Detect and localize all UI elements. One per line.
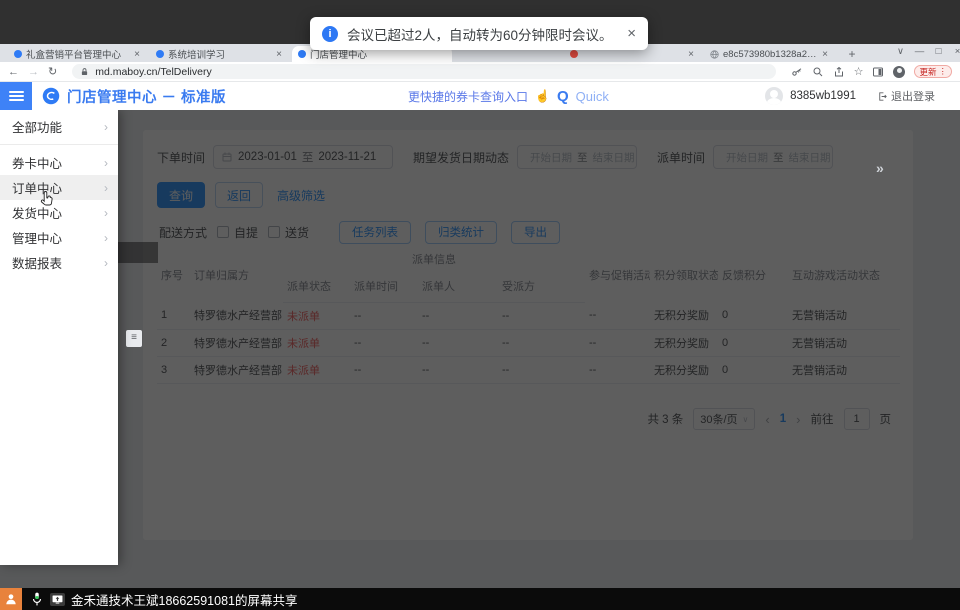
screen: 礼盒营销平台管理中心 × 系统培训学习 × 门店管理中心 × xyxy=(0,0,960,610)
password-key-icon[interactable] xyxy=(791,66,803,78)
search-q-icon[interactable]: Q xyxy=(557,88,569,105)
tab-title: 系统培训学习 xyxy=(168,47,272,61)
side-panel-icon[interactable] xyxy=(872,66,884,78)
new-tab-button[interactable]: + xyxy=(845,47,859,61)
pointing-hand-icon: ☝ xyxy=(535,89,550,103)
sidebar-drawer: 全部功能 › 券卡中心 › 订单中心 › 发货中心 › xyxy=(0,110,118,565)
browser-toolbar: ← → ↻ md.maboy.cn/TelDelivery xyxy=(0,62,960,82)
tab-close-icon[interactable]: × xyxy=(688,49,694,60)
logout-label: 退出登录 xyxy=(891,88,935,104)
browser-tab[interactable]: e8c573980b1328a258fd2e618 × xyxy=(704,46,834,62)
sidebar-item-order-center[interactable]: 订单中心 › xyxy=(0,175,118,200)
user-cluster: 8385wb1991 退出登录 xyxy=(765,82,935,110)
brand: 门店管理中心 － 标准版 xyxy=(42,82,226,110)
site-favicon xyxy=(156,50,164,58)
toast-close-icon[interactable]: × xyxy=(627,25,636,42)
page-title: 门店管理中心 － 标准版 xyxy=(67,86,226,107)
tab-close-icon[interactable]: × xyxy=(822,49,828,60)
username-text: 8385wb1991 xyxy=(790,90,856,102)
user-avatar xyxy=(765,87,783,105)
address-bar[interactable]: md.maboy.cn/TelDelivery xyxy=(72,64,775,79)
hamburger-menu-button[interactable] xyxy=(0,82,32,110)
chevron-right-icon: › xyxy=(104,120,108,134)
sidebar-item-label: 发货中心 xyxy=(12,203,62,222)
zoom-icon[interactable] xyxy=(812,66,824,78)
chrome-update-button[interactable]: 更新 ⋮ xyxy=(914,65,952,78)
window-minimize-button[interactable]: — xyxy=(912,46,927,57)
app-body: 下单时间 2023-01-01 至 2023-11-21 期望发货日期动 xyxy=(0,110,960,588)
update-label: 更新 xyxy=(919,66,936,78)
app-viewport: 门店管理中心 － 标准版 更快捷的券卡查询入口 ☝ Q Quick 8385wb… xyxy=(0,82,960,588)
microphone-icon xyxy=(30,591,44,607)
url-text: md.maboy.cn/TelDelivery xyxy=(95,66,212,78)
browser-tab[interactable]: 礼盒营销平台管理中心 × xyxy=(8,46,146,62)
toast-message: 会议已超过2人，自动转为60分钟限时会议。 xyxy=(347,24,613,44)
sidebar-item-label: 数据报表 xyxy=(12,253,62,272)
modal-overlay[interactable] xyxy=(0,110,960,588)
reload-icon[interactable]: ↻ xyxy=(48,65,57,78)
chevron-right-icon: › xyxy=(104,206,108,220)
chevron-right-icon: › xyxy=(104,256,108,270)
participant-avatar-icon xyxy=(0,588,22,610)
share-icon[interactable] xyxy=(833,66,845,78)
profile-avatar-icon[interactable] xyxy=(893,66,905,78)
back-icon[interactable]: ← xyxy=(8,66,19,78)
tab-close-icon[interactable]: × xyxy=(134,49,140,60)
divider xyxy=(0,144,118,145)
quick-search-label[interactable]: Quick xyxy=(576,89,609,104)
cursor-pointer xyxy=(40,190,54,212)
browser-window: 礼盒营销平台管理中心 × 系统培训学习 × 门店管理中心 × xyxy=(0,44,960,588)
bookmark-star-icon[interactable]: ☆ xyxy=(854,66,864,78)
sidebar-item-all-functions[interactable]: 全部功能 › xyxy=(0,114,118,139)
sidebar-item-label: 订单中心 xyxy=(12,178,62,197)
forward-icon[interactable]: → xyxy=(28,66,39,78)
info-icon: i xyxy=(322,26,338,42)
tab-search-icon[interactable]: ∨ xyxy=(893,46,908,57)
browser-tab[interactable]: 系统培训学习 × xyxy=(150,46,288,62)
coupon-query-link[interactable]: 更快捷的券卡查询入口 xyxy=(408,88,528,105)
chevron-right-icon: › xyxy=(104,156,108,170)
tab-close-icon[interactable]: × xyxy=(276,49,282,60)
app-header: 门店管理中心 － 标准版 更快捷的券卡查询入口 ☝ Q Quick 8385wb… xyxy=(0,82,960,110)
tab-title: 礼盒营销平台管理中心 xyxy=(26,47,130,61)
globe-icon xyxy=(710,50,719,59)
site-favicon xyxy=(14,50,22,58)
app-logo-icon xyxy=(42,87,60,105)
site-favicon xyxy=(570,50,578,58)
sidebar-item-label: 全部功能 xyxy=(12,117,62,136)
kebab-menu-icon: ⋮ xyxy=(939,66,948,77)
tab-title: e8c573980b1328a258fd2e618 xyxy=(723,49,818,60)
screen-share-bar: 金禾通技术王斌18662591081的屏幕共享 xyxy=(0,588,960,610)
window-close-button[interactable]: × xyxy=(950,46,960,57)
chevron-right-icon: › xyxy=(104,181,108,195)
chevron-right-icon: › xyxy=(104,231,108,245)
sidebar-item-label: 券卡中心 xyxy=(12,153,62,172)
screen-share-icon xyxy=(50,593,65,606)
logout-button[interactable]: 退出登录 xyxy=(877,88,935,104)
window-maximize-button[interactable]: □ xyxy=(931,46,946,57)
logout-icon xyxy=(877,91,888,102)
sidebar-item-data-reports[interactable]: 数据报表 › xyxy=(0,250,118,275)
site-favicon xyxy=(298,50,306,58)
meeting-toast: i 会议已超过2人，自动转为60分钟限时会议。 × xyxy=(310,17,648,50)
sidebar-item-label: 管理中心 xyxy=(12,228,62,247)
share-status-text: 金禾通技术王斌18662591081的屏幕共享 xyxy=(71,590,297,609)
quick-search-cluster: 更快捷的券卡查询入口 ☝ Q Quick xyxy=(408,82,609,110)
sidebar-item-management-center[interactable]: 管理中心 › xyxy=(0,225,118,250)
sidebar-item-coupon-center[interactable]: 券卡中心 › xyxy=(0,150,118,175)
sidebar-item-shipping-center[interactable]: 发货中心 › xyxy=(0,200,118,225)
lock-icon xyxy=(80,67,89,77)
